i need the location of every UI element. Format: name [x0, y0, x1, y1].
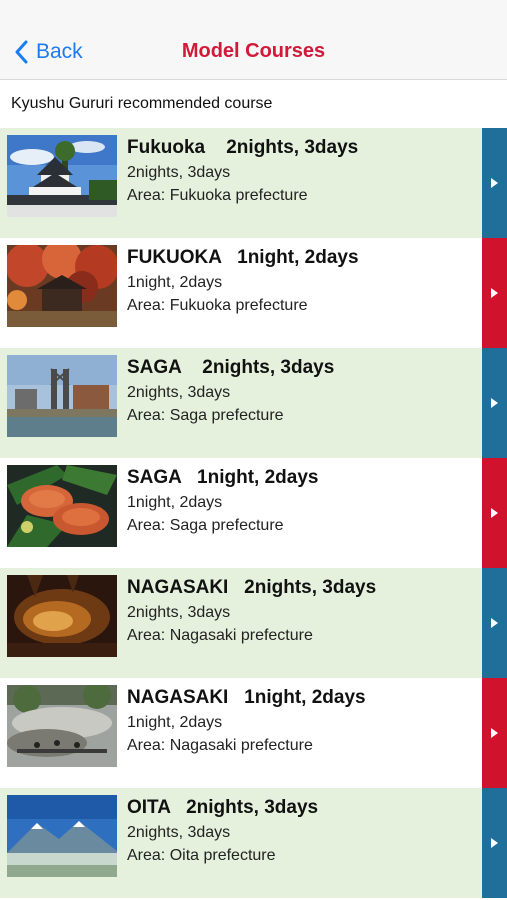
- mountain-photo: [7, 795, 117, 877]
- cave-photo: [7, 575, 117, 657]
- course-row-nagasaki-1night[interactable]: NAGASAKI 1night, 2days 1night, 2days Are…: [0, 678, 507, 788]
- disclosure-bar[interactable]: [482, 348, 507, 458]
- course-duration: 2nights, 3days: [127, 824, 231, 841]
- disclosure-bar[interactable]: [482, 458, 507, 568]
- course-info: SAGA 1night, 2days 1night, 2days Area: S…: [127, 466, 477, 536]
- chevron-right-icon: [491, 728, 498, 738]
- section-header: Kyushu Gururi recommended course: [0, 80, 507, 128]
- disclosure-bar[interactable]: [482, 678, 507, 788]
- navigation-bar: Back Model Courses: [0, 0, 507, 80]
- course-list: Fukuoka 2nights, 3days 2nights, 3days Ar…: [0, 128, 507, 898]
- course-info: Fukuoka 2nights, 3days 2nights, 3days Ar…: [127, 136, 477, 206]
- course-duration: 2nights, 3days: [127, 604, 231, 621]
- course-info: NAGASAKI 1night, 2days 1night, 2days Are…: [127, 686, 477, 756]
- disclosure-bar[interactable]: [482, 238, 507, 348]
- course-title: SAGA 2nights, 3days: [127, 357, 335, 378]
- chevron-right-icon: [491, 288, 498, 298]
- chevron-right-icon: [491, 838, 498, 848]
- disclosure-bar[interactable]: [482, 128, 507, 238]
- course-duration: 1night, 2days: [127, 274, 223, 291]
- course-row-nagasaki-2nights[interactable]: NAGASAKI 2nights, 3days 2nights, 3days A…: [0, 568, 507, 678]
- course-title: SAGA 1night, 2days: [127, 467, 319, 488]
- course-duration: 1night, 2days: [127, 494, 223, 511]
- course-title: NAGASAKI 2nights, 3days: [127, 577, 377, 598]
- course-area: Area: Fukuoka prefecture: [127, 187, 308, 204]
- chevron-right-icon: [491, 178, 498, 188]
- course-row-saga-2nights[interactable]: SAGA 2nights, 3days 2nights, 3days Area:…: [0, 348, 507, 458]
- course-title: Fukuoka 2nights, 3days: [127, 137, 359, 158]
- disclosure-bar[interactable]: [482, 568, 507, 678]
- course-duration: 1night, 2days: [127, 714, 223, 731]
- course-area: Area: Nagasaki prefecture: [127, 627, 313, 644]
- autumn-temple-photo: [7, 245, 117, 327]
- course-info: OITA 2nights, 3days 2nights, 3days Area:…: [127, 796, 477, 866]
- industrial-site-photo: [7, 355, 117, 437]
- course-title: NAGASAKI 1night, 2days: [127, 687, 366, 708]
- chevron-right-icon: [491, 398, 498, 408]
- course-area: Area: Saga prefecture: [127, 407, 284, 424]
- castle-photo: [7, 135, 117, 217]
- course-area: Area: Oita prefecture: [127, 847, 276, 864]
- course-row-fukuoka-2nights[interactable]: Fukuoka 2nights, 3days 2nights, 3days Ar…: [0, 128, 507, 238]
- chevron-right-icon: [491, 618, 498, 628]
- course-title: FUKUOKA 1night, 2days: [127, 247, 359, 268]
- course-row-oita-2nights[interactable]: OITA 2nights, 3days 2nights, 3days Area:…: [0, 788, 507, 898]
- disclosure-bar[interactable]: [482, 788, 507, 898]
- page-title: Model Courses: [181, 40, 326, 62]
- course-area: Area: Fukuoka prefecture: [127, 297, 308, 314]
- course-info: SAGA 2nights, 3days 2nights, 3days Area:…: [127, 356, 477, 426]
- course-duration: 2nights, 3days: [127, 164, 231, 181]
- hot-spring-photo: [7, 685, 117, 767]
- chevron-right-icon: [491, 508, 498, 518]
- course-duration: 2nights, 3days: [127, 384, 231, 401]
- course-info: FUKUOKA 1night, 2days 1night, 2days Area…: [127, 246, 477, 316]
- course-title: OITA 2nights, 3days: [127, 797, 319, 818]
- course-info: NAGASAKI 2nights, 3days 2nights, 3days A…: [127, 576, 477, 646]
- course-area: Area: Saga prefecture: [127, 517, 284, 534]
- crabs-photo: [7, 465, 117, 547]
- course-area: Area: Nagasaki prefecture: [127, 737, 313, 754]
- course-row-fukuoka-1night[interactable]: FUKUOKA 1night, 2days 1night, 2days Area…: [0, 238, 507, 348]
- course-row-saga-1night[interactable]: SAGA 1night, 2days 1night, 2days Area: S…: [0, 458, 507, 568]
